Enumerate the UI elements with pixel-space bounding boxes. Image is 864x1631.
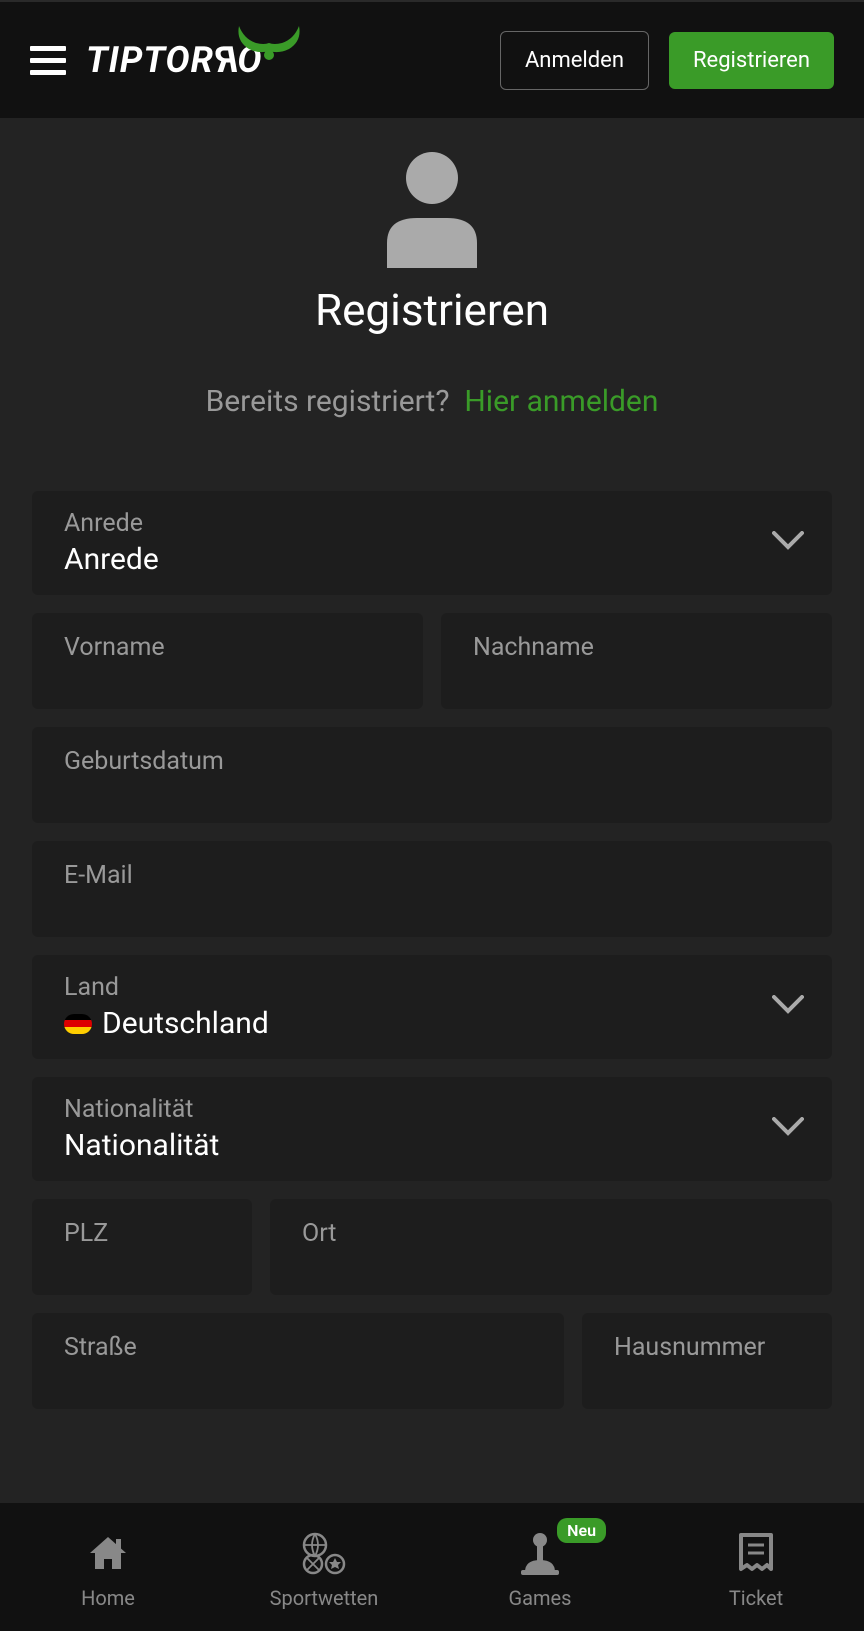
nav-ticket-label: Ticket xyxy=(729,1586,783,1610)
content: Registrieren Bereits registriert? Hier a… xyxy=(0,118,864,1409)
login-button[interactable]: Anmelden xyxy=(500,31,649,90)
avatar-section: Registrieren Bereits registriert? Hier a… xyxy=(32,148,832,419)
sports-icon xyxy=(299,1528,349,1578)
salutation-label: Anrede xyxy=(64,509,800,538)
nationality-label: Nationalität xyxy=(64,1095,800,1124)
country-select[interactable]: Land Deutschland xyxy=(32,955,832,1059)
ticket-icon xyxy=(735,1528,777,1578)
lastname-field[interactable]: Nachname xyxy=(441,613,832,709)
street-field[interactable]: Straße xyxy=(32,1313,564,1409)
nav-games-label: Games xyxy=(509,1586,572,1610)
nationality-select[interactable]: Nationalität Nationalität xyxy=(32,1077,832,1181)
dob-label: Geburtsdatum xyxy=(64,747,800,776)
already-registered-text: Bereits registriert? Hier anmelden xyxy=(32,384,832,419)
city-label: Ort xyxy=(302,1219,800,1248)
housenumber-label: Hausnummer xyxy=(614,1333,800,1362)
home-icon xyxy=(86,1528,130,1578)
chevron-down-icon xyxy=(772,531,804,555)
zip-field[interactable]: PLZ xyxy=(32,1199,252,1295)
page-title: Registrieren xyxy=(32,284,832,336)
nav-ticket[interactable]: Ticket xyxy=(648,1528,864,1610)
chevron-down-icon xyxy=(772,995,804,1019)
zip-label: PLZ xyxy=(64,1219,220,1248)
nav-home[interactable]: Home xyxy=(0,1528,216,1610)
salutation-value: Anrede xyxy=(64,542,800,577)
new-badge: Neu xyxy=(557,1518,606,1543)
firstname-label: Vorname xyxy=(64,633,391,662)
logo[interactable]: TIPTORRO xyxy=(86,39,262,81)
email-label: E-Mail xyxy=(64,861,800,890)
street-label: Straße xyxy=(64,1333,532,1362)
nav-sports[interactable]: Sportwetten xyxy=(216,1528,432,1610)
login-link[interactable]: Hier anmelden xyxy=(464,384,658,419)
nav-games[interactable]: Neu Games xyxy=(432,1528,648,1610)
menu-icon[interactable] xyxy=(30,38,66,83)
dob-field[interactable]: Geburtsdatum xyxy=(32,727,832,823)
city-field[interactable]: Ort xyxy=(270,1199,832,1295)
nationality-value: Nationalität xyxy=(64,1128,800,1163)
registration-form: Anrede Anrede Vorname Nachname Geburtsda… xyxy=(32,491,832,1409)
chevron-down-icon xyxy=(772,1117,804,1141)
email-field[interactable]: E-Mail xyxy=(32,841,832,937)
avatar-icon xyxy=(377,148,487,272)
header: TIPTORRO Anmelden Registrieren xyxy=(0,0,864,118)
salutation-select[interactable]: Anrede Anrede xyxy=(32,491,832,595)
nav-sports-label: Sportwetten xyxy=(270,1586,379,1610)
register-button[interactable]: Registrieren xyxy=(669,32,834,89)
country-value: Deutschland xyxy=(64,1006,800,1041)
housenumber-field[interactable]: Hausnummer xyxy=(582,1313,832,1409)
country-label: Land xyxy=(64,973,800,1002)
nav-home-label: Home xyxy=(81,1586,135,1610)
bottom-nav: Home Sportwetten Neu Games xyxy=(0,1503,864,1631)
flag-germany-icon xyxy=(64,1014,92,1034)
games-icon xyxy=(517,1528,563,1578)
logo-horns-icon xyxy=(234,21,304,61)
firstname-field[interactable]: Vorname xyxy=(32,613,423,709)
lastname-label: Nachname xyxy=(473,633,800,662)
